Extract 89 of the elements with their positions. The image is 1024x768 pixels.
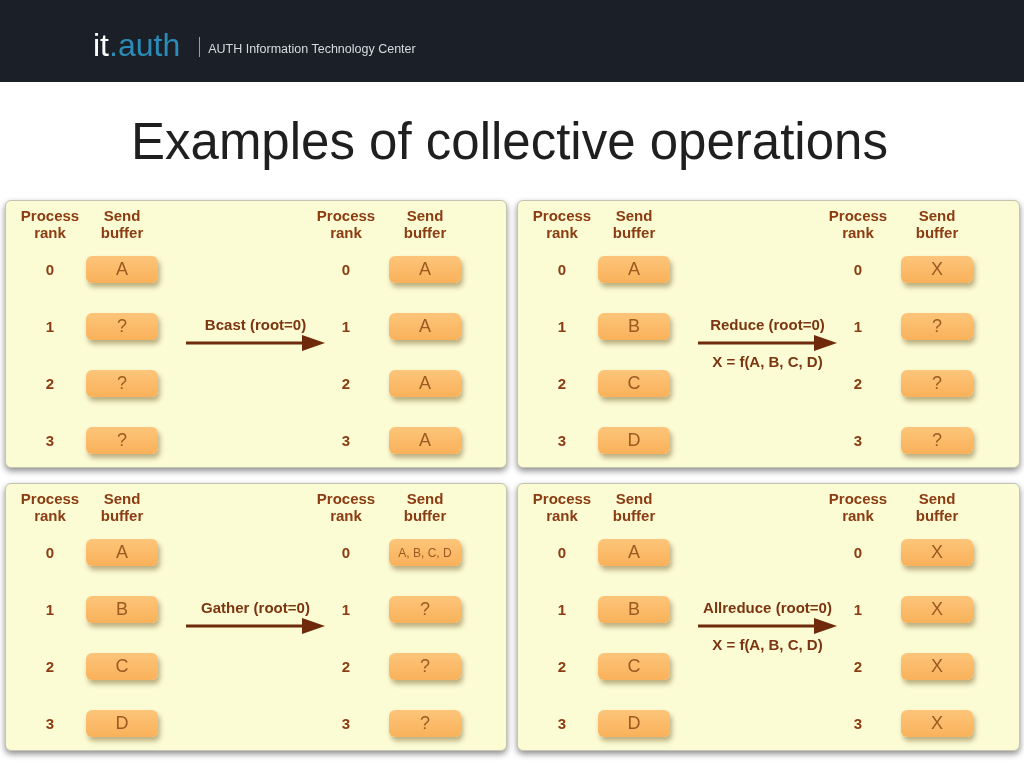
buffer-value: ? (86, 370, 158, 397)
buffer-value: X (901, 539, 973, 566)
buffer-value: ? (389, 596, 461, 623)
slide-title: Examples of collective operations (131, 114, 888, 171)
rank-label: 0 (341, 543, 351, 562)
buffer-value: A (598, 539, 670, 566)
rank-label: 3 (853, 714, 863, 733)
buffer-value: ? (901, 427, 973, 454)
column-header: Send buffer (914, 490, 960, 524)
rank-label: 0 (557, 543, 567, 562)
operation-label: Allreduce (root=0) (703, 599, 832, 617)
buffer-value: A (389, 256, 461, 283)
rank-label: 0 (853, 260, 863, 279)
rank-label: 1 (557, 317, 567, 336)
buffer-value: ? (86, 313, 158, 340)
rank-label: 0 (45, 543, 55, 562)
rank-label: 2 (557, 374, 567, 393)
buffer-value: A (389, 370, 461, 397)
rank-label: 2 (45, 374, 55, 393)
rank-label: 3 (341, 714, 351, 733)
column-header: Process rank (827, 490, 889, 524)
buffer-value: A (598, 256, 670, 283)
operation-label: Reduce (root=0) (710, 316, 825, 334)
buffer-value: B (598, 596, 670, 623)
buffer-value: X (901, 653, 973, 680)
rank-label: 0 (557, 260, 567, 279)
buffer-value: D (598, 427, 670, 454)
rank-label: 1 (853, 317, 863, 336)
operation-label: Gather (root=0) (201, 599, 310, 617)
rank-label: 2 (341, 374, 351, 393)
column-header: Send buffer (611, 207, 657, 241)
rank-label: 1 (45, 317, 55, 336)
buffer-value: A (86, 539, 158, 566)
buffer-value: X (901, 710, 973, 737)
buffer-value: ? (86, 427, 158, 454)
buffer-value: X (901, 596, 973, 623)
rank-label: 1 (853, 600, 863, 619)
rank-label: 1 (341, 317, 351, 336)
column-header: Send buffer (611, 490, 657, 524)
buffer-value: B (86, 596, 158, 623)
buffer-value: ? (389, 653, 461, 680)
header-tagline: AUTH Information Technology Center (208, 41, 416, 56)
column-header: Send buffer (402, 207, 448, 241)
column-header: Process rank (315, 490, 377, 524)
buffer-value: D (86, 710, 158, 737)
rank-label: 3 (45, 714, 55, 733)
rank-label: 3 (557, 431, 567, 450)
rank-label: 0 (853, 543, 863, 562)
column-header: Send buffer (99, 207, 145, 241)
rank-label: 3 (45, 431, 55, 450)
buffer-value: A, B, C, D (389, 539, 461, 566)
rank-label: 3 (341, 431, 351, 450)
column-header: Process rank (531, 490, 593, 524)
buffer-value: A (86, 256, 158, 283)
column-header: Process rank (19, 207, 81, 241)
buffer-value: B (598, 313, 670, 340)
buffer-value: C (598, 653, 670, 680)
buffer-value: C (86, 653, 158, 680)
buffer-value: A (389, 427, 461, 454)
rank-label: 2 (853, 657, 863, 676)
rank-label: 1 (557, 600, 567, 619)
rank-label: 3 (853, 431, 863, 450)
column-header: Process rank (315, 207, 377, 241)
column-header: Process rank (827, 207, 889, 241)
rank-label: 0 (341, 260, 351, 279)
rank-label: 2 (341, 657, 351, 676)
rank-label: 1 (341, 600, 351, 619)
buffer-value: ? (389, 710, 461, 737)
buffer-value: A (389, 313, 461, 340)
column-header: Process rank (19, 490, 81, 524)
buffer-value: ? (901, 313, 973, 340)
formula-label: X = f(A, B, C, D) (712, 636, 823, 654)
rank-label: 1 (45, 600, 55, 619)
site-logo: it.auth (93, 29, 181, 61)
buffer-value: ? (901, 370, 973, 397)
buffer-value: C (598, 370, 670, 397)
formula-label: X = f(A, B, C, D) (712, 353, 823, 371)
column-header: Send buffer (402, 490, 448, 524)
rank-label: 2 (45, 657, 55, 676)
buffer-value: D (598, 710, 670, 737)
rank-label: 3 (557, 714, 567, 733)
column-header: Process rank (531, 207, 593, 241)
rank-label: 0 (45, 260, 55, 279)
operation-label: Bcast (root=0) (204, 316, 307, 334)
buffer-value: X (901, 256, 973, 283)
column-header: Send buffer (914, 207, 960, 241)
column-header: Send buffer (99, 490, 145, 524)
rank-label: 2 (853, 374, 863, 393)
rank-label: 2 (557, 657, 567, 676)
